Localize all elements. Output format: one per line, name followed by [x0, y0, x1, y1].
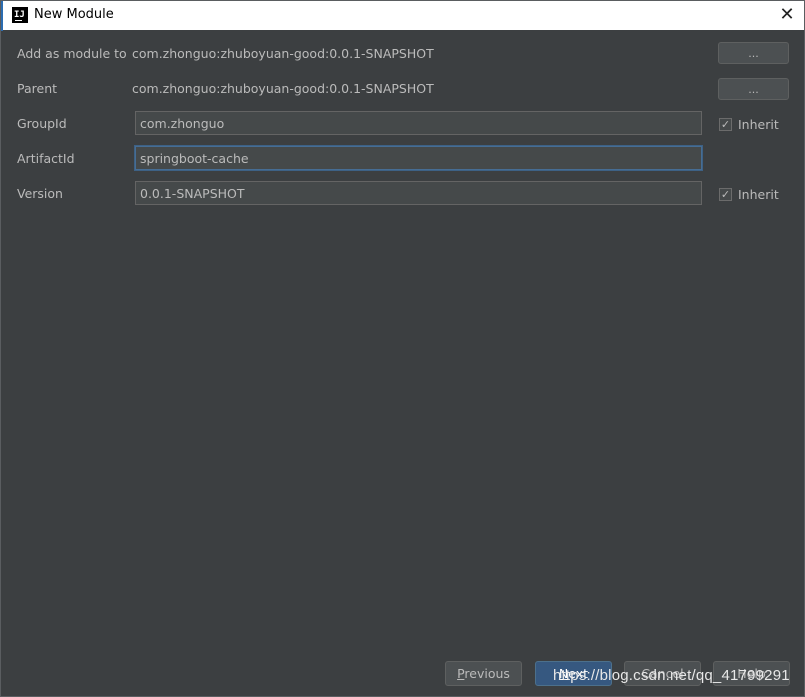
artifact-id-field[interactable] — [135, 146, 702, 170]
new-module-dialog: IJ New Module ✕ Add as module to com.zho… — [0, 0, 805, 697]
add-as-module-to-label: Add as module to — [17, 46, 127, 61]
close-icon[interactable]: ✕ — [776, 4, 798, 26]
add-as-module-to-browse-button[interactable]: ... — [718, 42, 789, 64]
dialog-title: New Module — [34, 7, 114, 22]
version-label: Version — [17, 186, 63, 201]
title-bar: IJ New Module ✕ — [1, 1, 804, 31]
add-as-module-to-value: com.zhonguo:zhuboyuan-good:0.0.1-SNAPSHO… — [132, 46, 434, 61]
window-edge — [1, 1, 3, 31]
intellij-icon: IJ — [12, 7, 28, 23]
version-field[interactable] — [135, 181, 702, 205]
parent-value: com.zhonguo:zhuboyuan-good:0.0.1-SNAPSHO… — [132, 81, 434, 96]
version-inherit-checkbox[interactable]: ✓ — [719, 188, 732, 201]
parent-label: Parent — [17, 81, 58, 96]
version-inherit-label: Inherit — [738, 187, 779, 202]
artifact-id-label: ArtifactId — [17, 151, 75, 166]
group-id-label: GroupId — [17, 116, 67, 131]
group-id-inherit-checkbox[interactable]: ✓ — [719, 118, 732, 131]
watermark: https://blog.csdn.net/qq_41799291 — [553, 667, 790, 684]
parent-browse-button[interactable]: ... — [718, 78, 789, 100]
group-id-field[interactable] — [135, 111, 702, 135]
previous-button[interactable]: Previous — [445, 661, 522, 686]
intellij-icon-text: IJ — [14, 10, 25, 20]
group-id-inherit-label: Inherit — [738, 117, 779, 132]
